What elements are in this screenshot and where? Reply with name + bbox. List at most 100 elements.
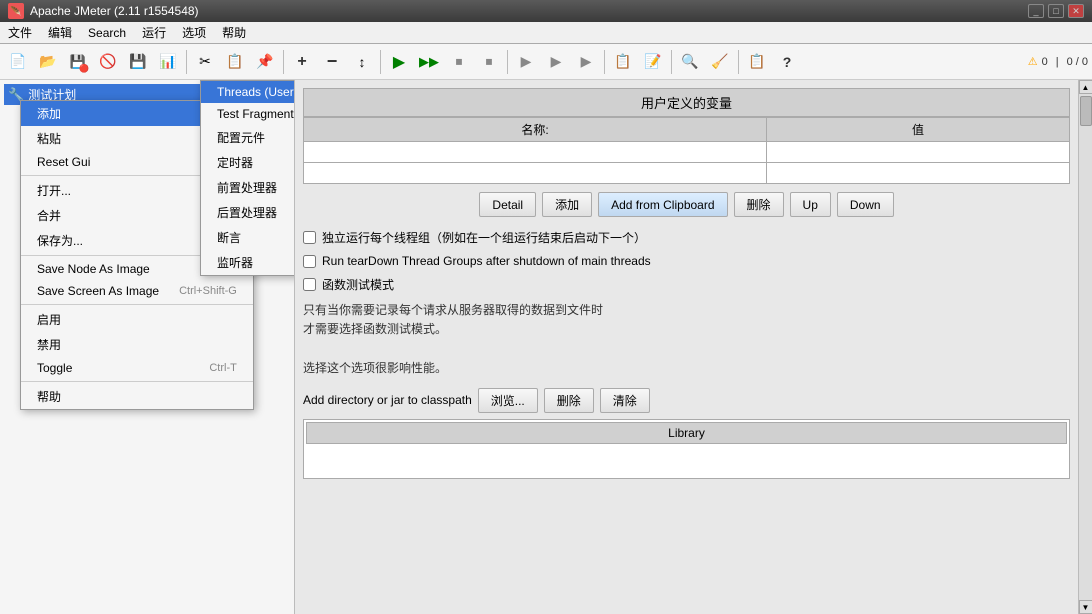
- submenu-threads-users[interactable]: Threads (Users) ▶: [201, 81, 295, 103]
- maximize-btn[interactable]: □: [1048, 4, 1064, 18]
- var-empty-value-2: [767, 163, 1070, 184]
- submenu-listener[interactable]: 监听器 ▶: [201, 250, 295, 275]
- submenu-assert[interactable]: 断言 ▶: [201, 225, 295, 250]
- var-empty-name-2: [304, 163, 767, 184]
- var-table-empty-row-2: [304, 163, 1070, 184]
- close-btn[interactable]: ✕: [1068, 4, 1084, 18]
- delete-btn[interactable]: 删除: [734, 192, 784, 217]
- tb-remote-exit[interactable]: ▶: [572, 48, 600, 76]
- submenu-timer[interactable]: 定时器 ▶: [201, 150, 295, 175]
- submenu-timer-label: 定时器: [217, 154, 253, 171]
- toolbar-status: ⚠ 0 | 0 / 0: [1028, 55, 1088, 68]
- submenu-config-label: 配置元件: [217, 129, 265, 146]
- add-clipboard-btn[interactable]: Add from Clipboard: [598, 192, 727, 217]
- submenu-threads-label: Threads (Users): [217, 85, 295, 99]
- toolbar-separator-6: [671, 50, 672, 74]
- up-btn[interactable]: Up: [790, 192, 831, 217]
- ctx-help-label: 帮助: [37, 388, 61, 405]
- ctx-sep-3: [21, 304, 253, 305]
- tb-paste[interactable]: 📌: [251, 48, 279, 76]
- down-btn[interactable]: Down: [837, 192, 894, 217]
- info-line-1: 只有当你需要记录每个请求从服务器取得的数据到文件时: [303, 301, 1070, 320]
- checkbox-row-2: Run tearDown Thread Groups after shutdow…: [303, 250, 1070, 272]
- menu-file[interactable]: 文件: [0, 22, 40, 43]
- menu-run[interactable]: 运行: [134, 22, 174, 43]
- ctx-toggle-shortcut: Ctrl-T: [209, 362, 237, 374]
- checkbox-3-label: 函数测试模式: [322, 276, 394, 293]
- counter: 0 / 0: [1067, 56, 1088, 68]
- scroll-thumb[interactable]: [1080, 96, 1092, 126]
- classpath-delete-btn[interactable]: 删除: [544, 388, 594, 413]
- library-col: Library: [306, 422, 1067, 444]
- tb-export[interactable]: 📊: [154, 48, 182, 76]
- classpath-clear-btn[interactable]: 清除: [600, 388, 650, 413]
- title-bar: 🪶 Apache JMeter (2.11 r1554548) _ □ ✕: [0, 0, 1092, 22]
- window-controls: _ □ ✕: [1028, 4, 1084, 18]
- checkbox-2[interactable]: [303, 255, 316, 268]
- window-title: Apache JMeter (2.11 r1554548): [30, 4, 1028, 18]
- tb-cut[interactable]: ✂: [191, 48, 219, 76]
- right-panel: 用户定义的变量 名称: 值: [295, 80, 1078, 614]
- library-table: Library: [303, 419, 1070, 479]
- tb-remote-stop[interactable]: ▶: [542, 48, 570, 76]
- var-table-section: 用户定义的变量 名称: 值: [303, 88, 1070, 184]
- ctx-disable-label: 禁用: [37, 336, 61, 353]
- menu-edit[interactable]: 编辑: [40, 22, 80, 43]
- ctx-toggle[interactable]: Toggle Ctrl-T: [21, 357, 253, 379]
- info-line-3: [303, 339, 1070, 358]
- tb-run-all[interactable]: ▶▶: [415, 48, 443, 76]
- tb-template[interactable]: 📋: [609, 48, 637, 76]
- tb-report[interactable]: 📋: [743, 48, 771, 76]
- action-buttons: Detail 添加 Add from Clipboard 删除 Up Down: [303, 192, 1070, 217]
- tb-stop-rec[interactable]: 🚫: [94, 48, 122, 76]
- tb-remote-start[interactable]: ▶: [512, 48, 540, 76]
- submenu-test-fragment[interactable]: Test Fragment ▶: [201, 103, 295, 125]
- tb-toggle[interactable]: ↕: [348, 48, 376, 76]
- tb-run[interactable]: ▶: [385, 48, 413, 76]
- ctx-enable[interactable]: 启用: [21, 307, 253, 332]
- tb-clear[interactable]: 🧹: [706, 48, 734, 76]
- menu-help[interactable]: 帮助: [214, 22, 254, 43]
- var-col-name: 名称:: [304, 118, 767, 142]
- tb-help[interactable]: ?: [773, 48, 801, 76]
- ctx-save-screen-img[interactable]: Save Screen As Image Ctrl+Shift-G: [21, 280, 253, 302]
- ctx-enable-label: 启用: [37, 311, 61, 328]
- tb-stop[interactable]: ⏹: [445, 48, 473, 76]
- tb-remove[interactable]: −: [318, 48, 346, 76]
- add-btn[interactable]: 添加: [542, 192, 592, 217]
- toolbar-separator-5: [604, 50, 605, 74]
- var-table-title: 用户定义的变量: [303, 88, 1070, 117]
- checkbox-1[interactable]: [303, 231, 316, 244]
- info-line-4: 选择这个选项很影响性能。: [303, 359, 1070, 378]
- submenu-pre-proc[interactable]: 前置处理器 ▶: [201, 175, 295, 200]
- ctx-disable[interactable]: 禁用: [21, 332, 253, 357]
- tb-new[interactable]: 📄: [4, 48, 32, 76]
- menu-search[interactable]: Search: [80, 24, 134, 42]
- tb-search[interactable]: 🔍: [676, 48, 704, 76]
- submenu-pre-label: 前置处理器: [217, 179, 277, 196]
- info-text: 只有当你需要记录每个请求从服务器取得的数据到文件时 才需要选择函数测试模式。 选…: [303, 297, 1070, 382]
- checkbox-1-label: 独立运行每个线程组（例如在一个组运行结束后启动下一个）: [322, 229, 646, 246]
- browse-btn[interactable]: 浏览...: [478, 388, 538, 413]
- ctx-help[interactable]: 帮助: [21, 384, 253, 409]
- toolbar-separator-2: [283, 50, 284, 74]
- scroll-up-arrow[interactable]: ▲: [1079, 80, 1092, 94]
- tb-open[interactable]: 📂: [34, 48, 62, 76]
- tb-save[interactable]: 💾: [124, 48, 152, 76]
- right-scrollbar[interactable]: ▲ ▼: [1078, 80, 1092, 614]
- detail-btn[interactable]: Detail: [479, 192, 536, 217]
- tb-save-template[interactable]: 💾🔴: [64, 48, 92, 76]
- tb-stop-now[interactable]: ⏹: [475, 48, 503, 76]
- menu-options[interactable]: 选项: [174, 22, 214, 43]
- tb-copy[interactable]: 📋: [221, 48, 249, 76]
- checkbox-3[interactable]: [303, 278, 316, 291]
- scroll-down-arrow[interactable]: ▼: [1079, 600, 1092, 614]
- submenu-config-elem[interactable]: 配置元件 ▶: [201, 125, 295, 150]
- minimize-btn[interactable]: _: [1028, 4, 1044, 18]
- tb-template2[interactable]: 📝: [639, 48, 667, 76]
- var-col-value: 值: [767, 118, 1070, 142]
- checkbox-2-label: Run tearDown Thread Groups after shutdow…: [322, 254, 651, 268]
- tb-add[interactable]: +: [288, 48, 316, 76]
- submenu-post-proc[interactable]: 后置处理器 ▶: [201, 200, 295, 225]
- toolbar-separator-3: [380, 50, 381, 74]
